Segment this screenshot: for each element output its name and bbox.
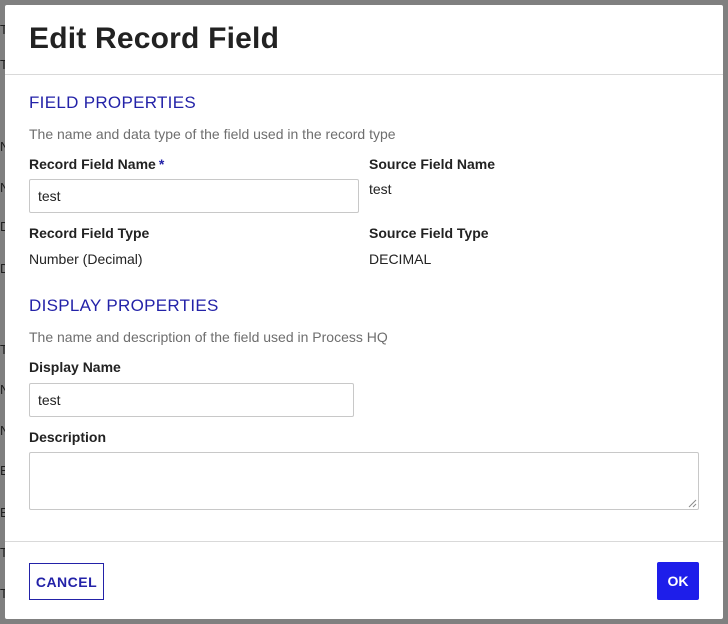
record-field-type-label: Record Field Type (29, 225, 150, 241)
display-name-input[interactable]: test (29, 383, 354, 417)
edit-record-field-dialog: Edit Record Field FIELD PROPERTIES The n… (5, 5, 723, 619)
dialog-footer: CANCEL OK (5, 541, 723, 619)
display-properties-heading: DISPLAY PROPERTIES (29, 296, 219, 315)
dialog-title: Edit Record Field (29, 22, 280, 55)
field-properties-description: The name and data type of the field used… (29, 126, 396, 142)
display-name-label: Display Name (29, 359, 121, 375)
source-field-type-value: DECIMAL (369, 251, 432, 267)
display-properties-description: The name and description of the field us… (29, 329, 388, 345)
description-textarea[interactable] (29, 452, 699, 510)
field-properties-heading: FIELD PROPERTIES (29, 93, 196, 112)
description-label: Description (29, 429, 107, 445)
dialog-body: FIELD PROPERTIES The name and data type … (5, 75, 723, 541)
record-field-name-label-text: Record Field Name (29, 156, 156, 172)
record-field-name-label: Record Field Name * (29, 156, 164, 172)
required-marker: * (158, 156, 165, 172)
source-field-name-value: test (369, 181, 392, 197)
source-field-type-label: Source Field Type (369, 225, 489, 241)
record-field-type-value: Number (Decimal) (29, 251, 143, 267)
dialog-header: Edit Record Field (5, 5, 723, 75)
source-field-name-label: Source Field Name (369, 156, 496, 172)
ok-button[interactable]: OK (657, 562, 699, 600)
resize-handle-icon[interactable] (688, 499, 697, 508)
cancel-button[interactable]: CANCEL (29, 563, 104, 600)
record-field-name-input[interactable]: test (29, 179, 359, 213)
